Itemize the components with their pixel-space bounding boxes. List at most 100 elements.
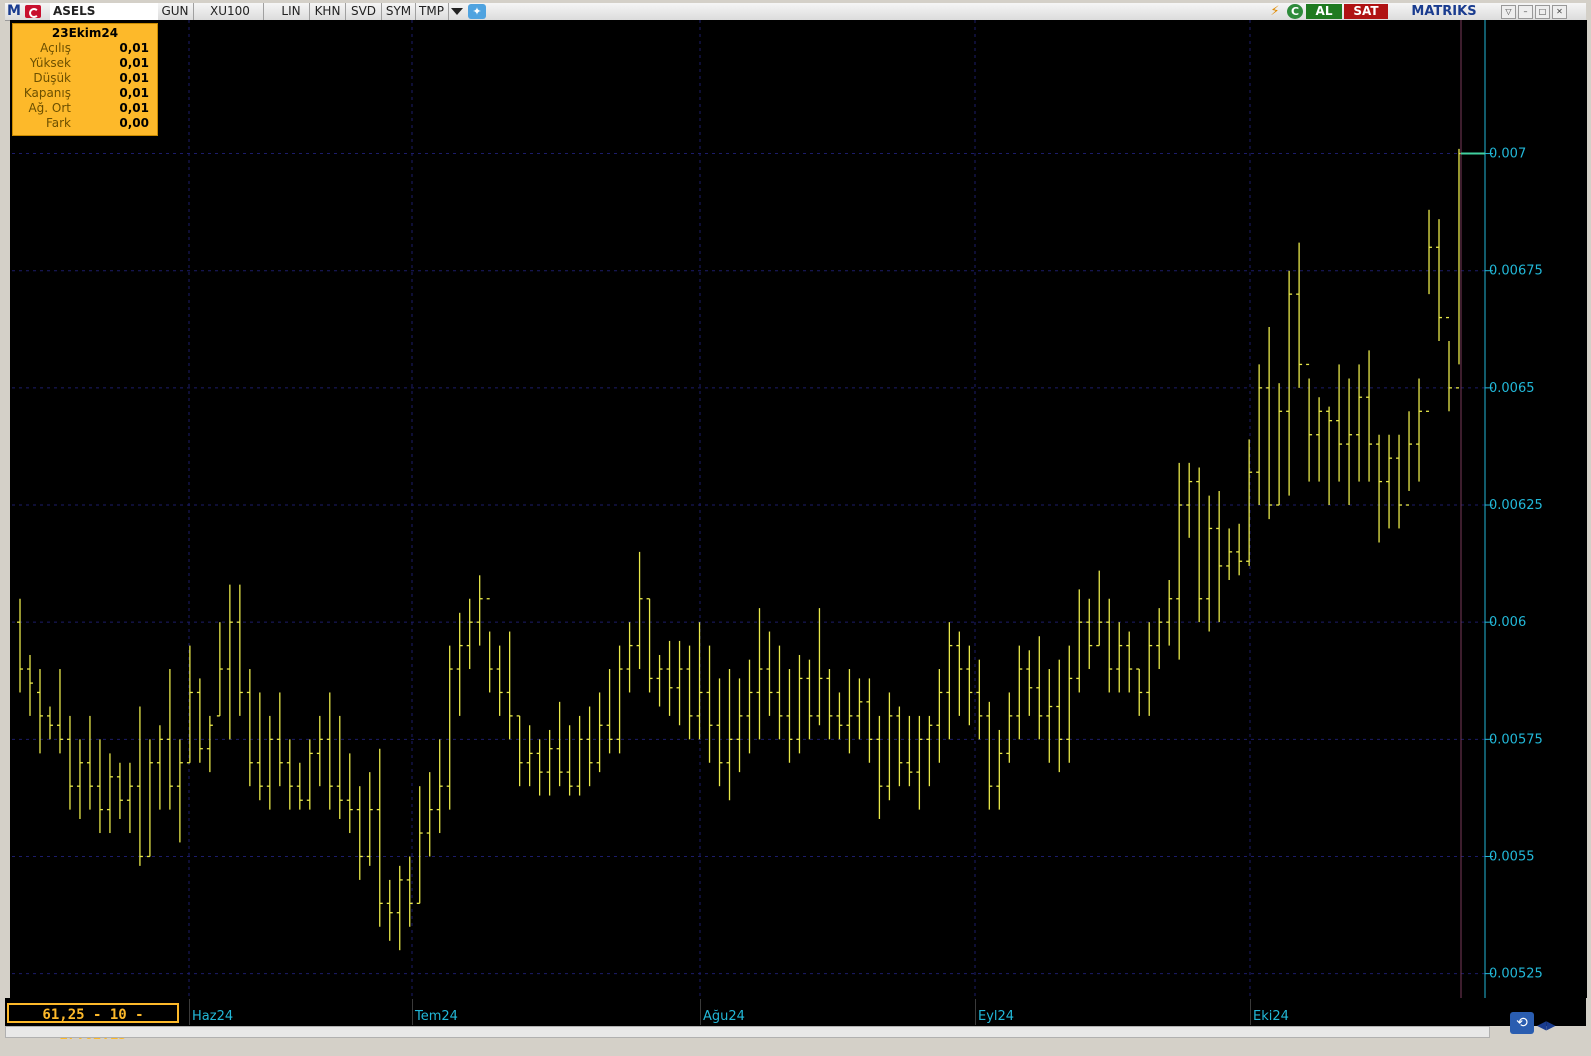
info-row-high: Yüksek 0,01 — [13, 56, 157, 71]
ohlc-bar — [576, 715, 583, 796]
ohlc-bar — [1196, 467, 1203, 623]
info-value: 0,01 — [119, 71, 149, 85]
ohlc-bar — [1366, 350, 1373, 482]
ohlc-info-panel: 23Ekim24 Açılış 0,01 Yüksek 0,01 Düşük 0… — [12, 23, 158, 136]
ohlc-bar — [466, 598, 473, 670]
ohlc-bar — [1176, 462, 1183, 660]
scale-button-lin[interactable]: LIN — [273, 3, 310, 20]
ohlc-bar — [1216, 490, 1223, 623]
scroll-arrows-icon[interactable]: ◀▶ — [1537, 1018, 1567, 1032]
ohlc-bar — [506, 631, 513, 740]
ohlc-bar — [1246, 439, 1253, 566]
ohlc-bar — [1066, 645, 1073, 763]
ohlc-bar — [376, 748, 383, 927]
ohlc-bar — [756, 608, 763, 740]
x-tick-label: Eyl24 — [978, 1009, 1015, 1024]
ohlc-bar — [1026, 650, 1033, 716]
ohlc-bar — [1426, 209, 1433, 412]
ohlc-bar — [1346, 378, 1353, 506]
y-tick-label: 0.006 — [1489, 615, 1526, 630]
ohlc-bar — [1206, 495, 1213, 632]
y-tick-label: 0.00525 — [1489, 967, 1543, 982]
button-svd[interactable]: SVD — [346, 3, 382, 20]
info-value: 0,01 — [119, 41, 149, 55]
ohlc-bar — [156, 725, 163, 810]
info-label: Kapanış — [23, 86, 71, 100]
ohlc-bar — [496, 645, 503, 716]
minimize-icon[interactable]: – — [1518, 5, 1533, 19]
period-button-gun[interactable]: GUN — [157, 3, 194, 20]
index-button-xu100[interactable]: XU100 — [197, 3, 264, 20]
ohlc-bar — [116, 762, 123, 819]
ohlc-bar — [906, 715, 913, 787]
ohlc-bar — [336, 715, 343, 819]
buy-button[interactable]: AL — [1306, 4, 1342, 19]
ohlc-bar — [456, 612, 463, 716]
ohlc-bar — [856, 678, 863, 740]
ohlc-bar — [1146, 622, 1153, 716]
y-tick-label: 0.00675 — [1489, 264, 1543, 279]
ohlc-bar — [36, 669, 43, 754]
info-value: 0,01 — [119, 86, 149, 100]
dropdown-arrow-icon[interactable] — [451, 8, 463, 15]
ohlc-bar — [296, 762, 303, 810]
ohlc-bar — [1036, 636, 1043, 740]
ohlc-bar — [1406, 411, 1413, 506]
chart-navigator-icon[interactable]: ⟲ — [1510, 1012, 1534, 1034]
ohlc-bar — [916, 715, 923, 810]
ohlc-bar — [526, 725, 533, 787]
ohlc-bar — [486, 598, 493, 693]
button-tmp[interactable]: TMP — [415, 3, 449, 20]
info-label: Ağ. Ort — [28, 101, 71, 115]
x-tick — [1250, 999, 1251, 1025]
ohlc-bar — [136, 706, 143, 866]
ohlc-bar — [1356, 364, 1363, 482]
ohlc-bar — [66, 715, 73, 810]
ohlc-bar — [626, 622, 633, 693]
ohlc-bar — [186, 645, 193, 764]
lightning-icon[interactable]: ⚡ — [1267, 4, 1283, 19]
maximize-icon[interactable]: □ — [1535, 5, 1550, 19]
price-chart[interactable]: 0.00525 0.0055 0.00575 0.006 0.00625 0.0065 0.… — [10, 20, 1587, 998]
ohlc-bar — [986, 701, 993, 810]
ohlc-bar — [366, 772, 373, 866]
ohlc-bar — [426, 772, 433, 857]
info-value: 0,01 — [119, 56, 149, 70]
ohlc-bar — [886, 692, 893, 801]
x-tick-label: Eki24 — [1253, 1009, 1289, 1024]
horizontal-scrollbar[interactable] — [5, 1026, 1490, 1038]
dropdown-window-icon[interactable]: ▽ — [1501, 5, 1516, 19]
info-row-low: Düşük 0,01 — [13, 71, 157, 86]
chart-area[interactable]: 0.00525 0.0055 0.00575 0.006 0.00625 0.0065 0.… — [10, 20, 1587, 998]
ohlc-bar — [786, 669, 793, 763]
ohlc-bar — [26, 654, 33, 716]
ohlc-bar — [326, 692, 333, 810]
ohlc-bar — [826, 669, 833, 740]
info-label: Açılış — [40, 41, 71, 55]
ohlc-bar — [1136, 668, 1143, 716]
ohlc-bar — [1306, 363, 1313, 482]
twitter-icon[interactable]: ✦ — [468, 4, 486, 19]
y-tick-label: 0.0055 — [1489, 849, 1535, 864]
refresh-icon[interactable]: C — [1287, 4, 1303, 19]
sell-button[interactable]: SAT — [1344, 4, 1388, 19]
ohlc-bar — [1296, 242, 1303, 388]
ohlc-bar — [1006, 692, 1013, 763]
ohlc-bar — [656, 654, 663, 707]
ohlc-bar — [196, 678, 203, 763]
x-tick — [189, 999, 190, 1025]
ohlc-bar — [17, 598, 23, 693]
ohlc-bar — [1336, 364, 1343, 482]
brand-label: MATRIKS — [1411, 4, 1477, 19]
close-icon[interactable]: ✕ — [1552, 5, 1567, 19]
ohlc-bar — [176, 739, 183, 843]
ohlc-bar — [536, 739, 543, 796]
info-date: 23Ekim24 — [51, 26, 119, 40]
ohlc-bar — [386, 879, 393, 941]
symbol-input[interactable]: ASELS — [50, 3, 158, 20]
chart-type-button-khn[interactable]: KHN — [310, 3, 346, 20]
x-tick — [975, 999, 976, 1025]
button-sym[interactable]: SYM — [382, 3, 416, 20]
info-row-change: Fark 0,00 — [13, 116, 157, 131]
ohlc-bar — [1096, 570, 1103, 647]
